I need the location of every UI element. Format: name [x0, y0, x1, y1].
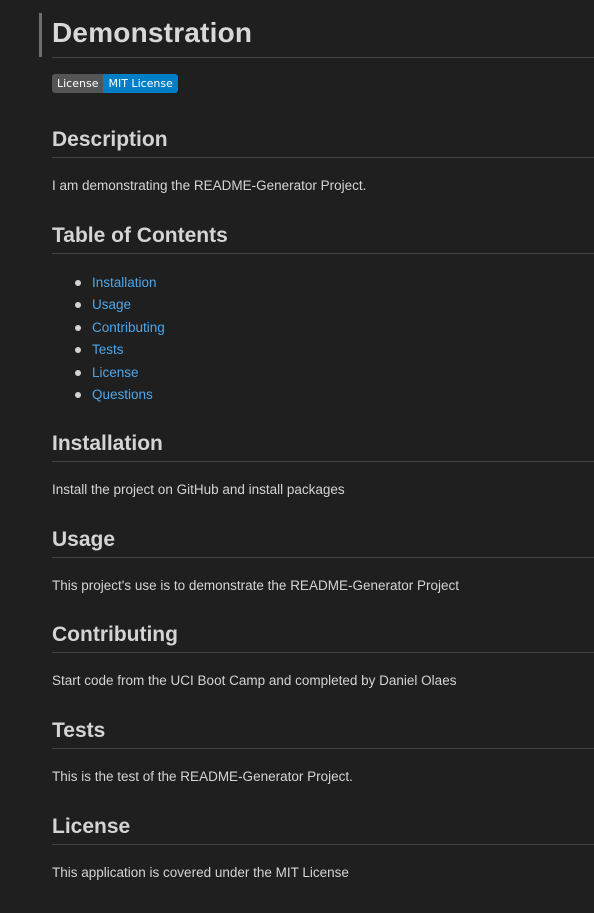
section-installation: Installation Install the project on GitH… [52, 431, 594, 499]
license-heading: License [52, 815, 131, 838]
toc-link-tests[interactable]: Tests [92, 342, 124, 357]
toc-link-installation[interactable]: Installation [92, 275, 157, 290]
readme-preview: Demonstration License MIT License Descri… [52, 0, 594, 880]
tests-text: This is the test of the README-Generator… [52, 769, 353, 784]
section-description: Description I am demonstrating the READM… [52, 127, 594, 195]
toc-link-usage[interactable]: Usage [92, 297, 131, 312]
toc-item: Questions [52, 384, 594, 406]
toc-item: Installation [52, 272, 594, 294]
bullet-icon [75, 324, 81, 331]
contributing-text: Start code from the UCI Boot Camp and co… [52, 673, 457, 688]
section-divider [52, 157, 594, 158]
license-badge-label: License [52, 74, 104, 93]
toc-heading: Table of Contents [52, 224, 228, 247]
section-divider [52, 652, 594, 653]
bullet-icon [75, 391, 81, 398]
section-divider [52, 253, 594, 254]
toc-item: Usage [52, 294, 594, 316]
bullet-icon [75, 347, 81, 354]
license-badge[interactable]: License MIT License [52, 74, 178, 93]
section-table-of-contents: Table of Contents Installation Usage Con… [52, 223, 594, 406]
page-title: Demonstration [52, 17, 253, 48]
toc-item: License [52, 362, 594, 384]
toc-link-questions[interactable]: Questions [92, 387, 153, 402]
tests-heading: Tests [52, 719, 106, 742]
section-divider [52, 461, 594, 462]
toc-link-contributing[interactable]: Contributing [92, 320, 165, 335]
toc-item: Contributing [52, 317, 594, 339]
installation-heading: Installation [52, 432, 163, 455]
section-license: License This application is covered unde… [52, 814, 594, 882]
bullet-icon [75, 302, 81, 309]
toc-list: Installation Usage Contributing Tests Li… [52, 272, 594, 406]
bullet-icon [75, 369, 81, 376]
license-badge-value: MIT License [103, 74, 178, 93]
description-heading: Description [52, 128, 168, 151]
section-divider [52, 844, 594, 845]
toc-item: Tests [52, 339, 594, 361]
section-contributing: Contributing Start code from the UCI Boo… [52, 622, 594, 690]
installation-text: Install the project on GitHub and instal… [52, 482, 345, 497]
title-divider [52, 57, 594, 58]
section-tests: Tests This is the test of the README-Gen… [52, 718, 594, 786]
section-divider [52, 557, 594, 558]
usage-heading: Usage [52, 528, 116, 551]
title-accent-bar [39, 13, 42, 57]
section-usage: Usage This project's use is to demonstra… [52, 527, 594, 595]
usage-text: This project's use is to demonstrate the… [52, 578, 459, 593]
toc-link-license[interactable]: License [92, 365, 139, 380]
section-divider [52, 748, 594, 749]
contributing-heading: Contributing [52, 623, 178, 646]
license-text: This application is covered under the MI… [52, 865, 349, 880]
description-text: I am demonstrating the README-Generator … [52, 178, 367, 193]
bullet-icon [75, 280, 81, 286]
